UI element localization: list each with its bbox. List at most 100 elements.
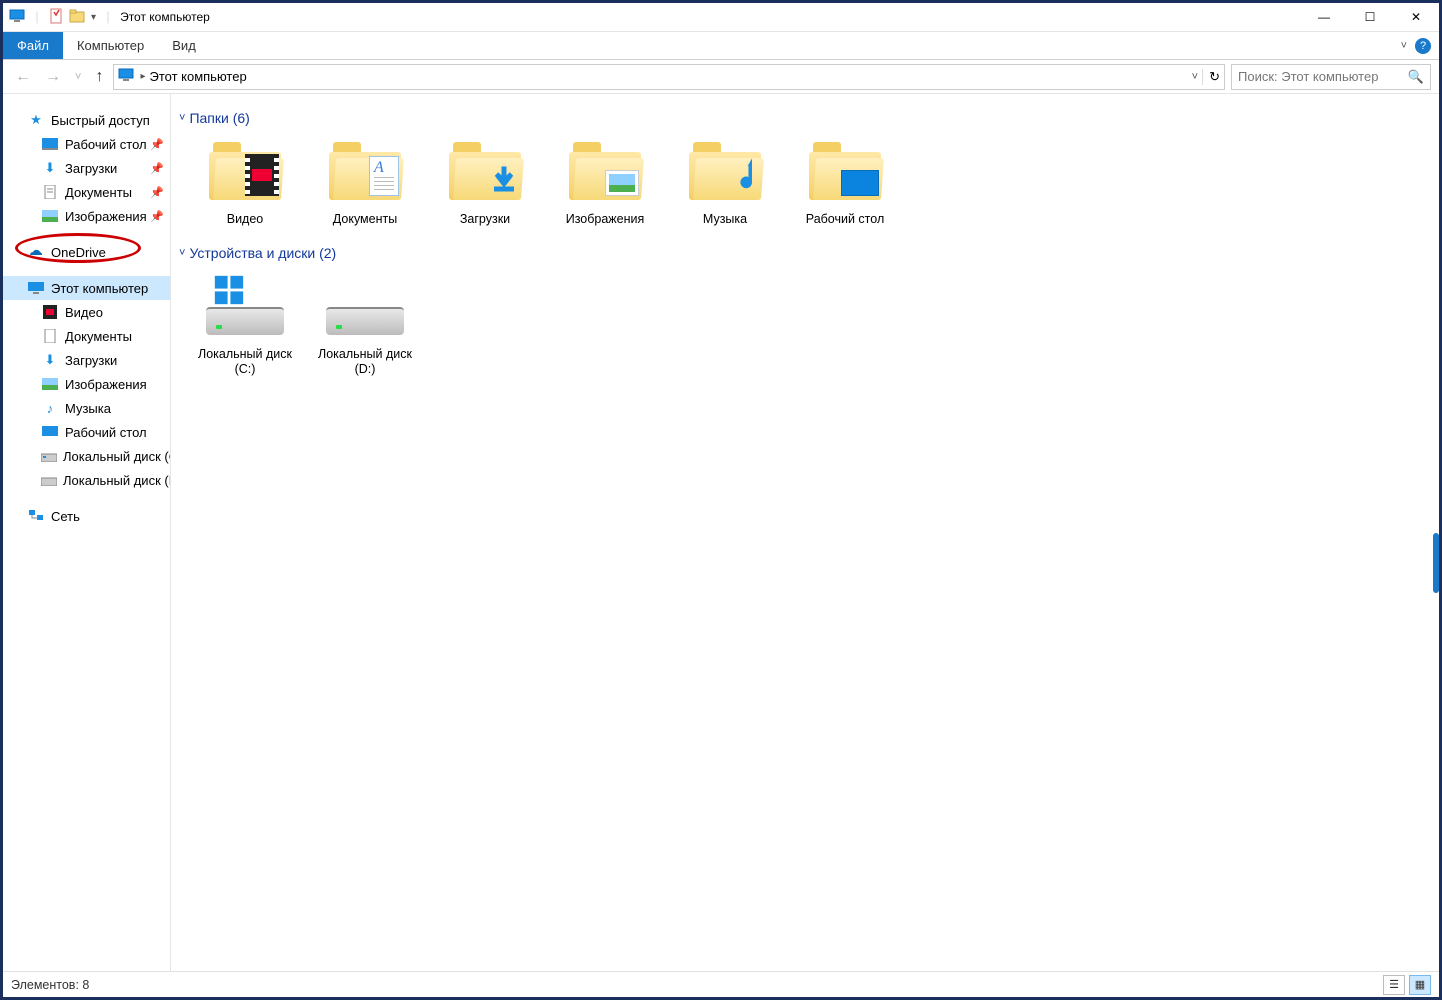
download-icon: ⬇ <box>41 352 59 368</box>
item-label: Локальный диск (D:) <box>317 347 413 377</box>
qat-newfolder-icon[interactable] <box>69 9 85 26</box>
folder-item-pictures[interactable]: Изображения <box>557 136 653 227</box>
section-title: Папки (6) <box>189 110 249 126</box>
chevron-right-icon[interactable]: ▸ <box>140 71 145 82</box>
folder-item-downloads[interactable]: Загрузки <box>437 136 533 227</box>
sidebar-item-label: Музыка <box>65 401 111 416</box>
image-icon <box>41 378 59 390</box>
qat-dropdown-icon[interactable]: ▾ <box>91 12 96 23</box>
ribbon-collapse-icon[interactable]: ˅ <box>1401 40 1407 52</box>
document-icon <box>41 185 59 199</box>
sidebar-item-label: Рабочий стол <box>65 425 147 440</box>
separator: ｜ <box>31 9 43 26</box>
sidebar-item-desktop[interactable]: Рабочий стол 📌 <box>3 132 170 156</box>
address-dropdown[interactable]: ˅ <box>1192 71 1198 83</box>
window-title: Этот компьютер <box>120 10 210 24</box>
sidebar-item-documents[interactable]: Документы 📌 <box>3 180 170 204</box>
sidebar-item-label: Рабочий стол <box>65 137 147 152</box>
close-button[interactable]: ✕ <box>1393 3 1439 32</box>
folder-item-music[interactable]: Музыка <box>677 136 773 227</box>
help-icon[interactable]: ? <box>1415 38 1431 54</box>
sidebar-label: Быстрый доступ <box>51 113 150 128</box>
chevron-down-icon: ˅ <box>179 247 185 259</box>
recent-dropdown[interactable]: ˅ <box>71 71 85 83</box>
sidebar-item-label: Изображения <box>65 209 147 224</box>
sidebar-item-label: Видео <box>65 305 103 320</box>
folder-item-desktop[interactable]: Рабочий стол <box>797 136 893 227</box>
sidebar-item-downloads[interactable]: ⬇ Загрузки 📌 <box>3 156 170 180</box>
sidebar-item-music[interactable]: ♪ Музыка <box>3 396 170 420</box>
sidebar-label: OneDrive <box>51 245 106 260</box>
sidebar-item-drive-c[interactable]: Локальный диск (C <box>3 444 170 468</box>
pin-icon: 📌 <box>150 138 164 151</box>
ribbon-tab-file[interactable]: Файл <box>3 32 63 59</box>
back-button[interactable]: ← <box>11 68 35 86</box>
maximize-button[interactable]: ☐ <box>1347 3 1393 32</box>
address-bar[interactable]: ▸ Этот компьютер ˅ ↻ <box>113 64 1225 90</box>
section-header-folders[interactable]: ˅ Папки (6) <box>179 110 1431 126</box>
navigation-pane: ★ Быстрый доступ Рабочий стол 📌 ⬇ Загруз… <box>3 94 171 971</box>
status-bar: Элементов: 8 ☰ ▦ <box>3 971 1439 997</box>
minimize-button[interactable]: — <box>1301 3 1347 32</box>
refresh-button[interactable]: ↻ <box>1202 69 1220 85</box>
qat-properties-icon[interactable] <box>49 8 63 27</box>
title-bar: ｜ ▾ ｜ Этот компьютер — ☐ ✕ <box>3 3 1439 32</box>
sidebar-item-label: Изображения <box>65 377 147 392</box>
star-icon: ★ <box>27 112 45 128</box>
sidebar-this-pc[interactable]: Этот компьютер <box>3 276 170 300</box>
up-button[interactable]: ↑ <box>91 68 107 86</box>
sidebar-item-drive-d[interactable]: Локальный диск (D <box>3 468 170 492</box>
image-icon <box>41 210 59 222</box>
item-label: Изображения <box>566 212 645 227</box>
video-icon <box>41 305 59 319</box>
network-icon <box>27 509 45 523</box>
sidebar-quick-access[interactable]: ★ Быстрый доступ <box>3 108 170 132</box>
scrollbar-thumb[interactable] <box>1433 533 1439 593</box>
breadcrumb-item[interactable]: Этот компьютер <box>149 69 246 84</box>
item-label: Локальный диск (C:) <box>197 347 293 377</box>
sidebar-item-pictures[interactable]: Изображения <box>3 372 170 396</box>
sidebar-item-videos[interactable]: Видео <box>3 300 170 324</box>
sidebar-item-label: Локальный диск (C <box>63 449 171 464</box>
view-details-button[interactable]: ☰ <box>1383 975 1405 995</box>
item-count: Элементов: 8 <box>11 978 89 992</box>
document-icon <box>41 329 59 343</box>
window-controls: — ☐ ✕ <box>1301 3 1439 32</box>
pc-icon <box>27 282 45 294</box>
pin-icon: 📌 <box>150 210 164 223</box>
sidebar-item-pictures[interactable]: Изображения 📌 <box>3 204 170 228</box>
folders-grid: Видео Документы Загрузки Изображения Муз… <box>179 136 1431 227</box>
drive-item-c[interactable]: Локальный диск (C:) <box>197 271 293 377</box>
sidebar-network[interactable]: Сеть <box>3 504 170 528</box>
sidebar-onedrive[interactable]: OneDrive <box>3 240 170 264</box>
item-label: Документы <box>333 212 397 227</box>
view-large-icons-button[interactable]: ▦ <box>1409 975 1431 995</box>
desktop-icon <box>41 426 59 438</box>
item-label: Загрузки <box>460 212 510 227</box>
ribbon: Файл Компьютер Вид ˅ ? <box>3 32 1439 60</box>
item-label: Музыка <box>703 212 747 227</box>
main-area: ★ Быстрый доступ Рабочий стол 📌 ⬇ Загруз… <box>3 94 1439 971</box>
sidebar-item-label: Загрузки <box>65 353 117 368</box>
desktop-icon <box>41 138 59 150</box>
sidebar-item-label: Загрузки <box>65 161 117 176</box>
ribbon-tab-computer[interactable]: Компьютер <box>63 32 158 59</box>
folder-item-documents[interactable]: Документы <box>317 136 413 227</box>
sidebar-item-label: Локальный диск (D <box>63 473 171 488</box>
ribbon-tab-view[interactable]: Вид <box>158 32 210 59</box>
forward-button[interactable]: → <box>41 68 65 86</box>
drive-item-d[interactable]: Локальный диск (D:) <box>317 271 413 377</box>
search-box[interactable]: Поиск: Этот компьютер 🔍 <box>1231 64 1431 90</box>
sidebar-label: Этот компьютер <box>51 281 148 296</box>
drive-icon <box>41 474 57 486</box>
section-header-drives[interactable]: ˅ Устройства и диски (2) <box>179 245 1431 261</box>
folder-item-videos[interactable]: Видео <box>197 136 293 227</box>
pc-icon <box>118 68 136 85</box>
quick-access-toolbar: ｜ ▾ ｜ <box>9 8 114 27</box>
sidebar-item-documents[interactable]: Документы <box>3 324 170 348</box>
onedrive-icon <box>27 246 45 258</box>
sidebar-item-downloads[interactable]: ⬇ Загрузки <box>3 348 170 372</box>
item-label: Рабочий стол <box>806 212 884 227</box>
sidebar-item-desktop[interactable]: Рабочий стол <box>3 420 170 444</box>
music-icon: ♪ <box>41 401 59 416</box>
